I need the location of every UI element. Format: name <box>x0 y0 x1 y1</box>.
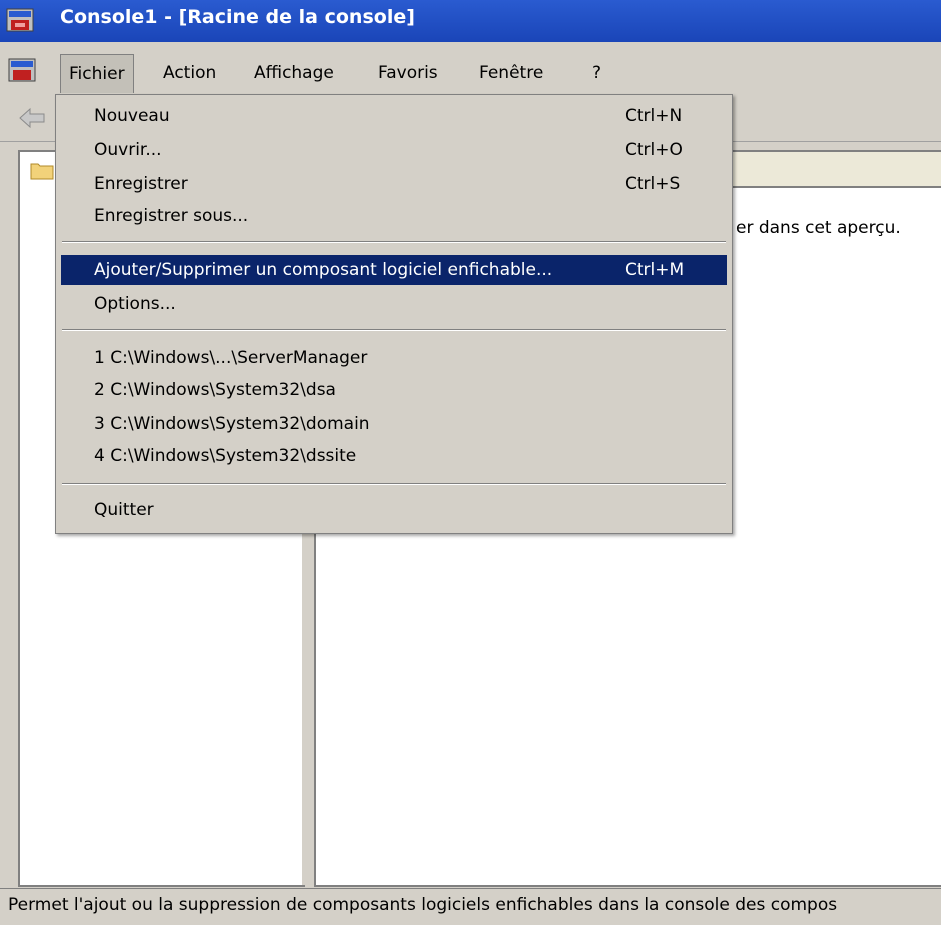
menu-separator <box>62 483 726 485</box>
menu-item-recent-1[interactable]: 1 C:\Windows\...\ServerManager <box>61 343 727 373</box>
menu-item-label: Options... <box>94 294 176 314</box>
menu-item-shortcut: Ctrl+O <box>625 140 683 160</box>
menu-item-label: Ajouter/Supprimer un composant logiciel … <box>94 260 553 280</box>
status-bar: Permet l'ajout ou la suppression de comp… <box>0 888 941 925</box>
menu-item-label: Nouveau <box>94 106 170 126</box>
menu-help[interactable]: ? <box>584 58 609 88</box>
folder-icon <box>30 163 54 180</box>
menu-item-shortcut: Ctrl+N <box>625 106 683 126</box>
menu-item-enregistrer[interactable]: Enregistrer Ctrl+S <box>61 169 727 199</box>
empty-message: er dans cet aperçu. <box>736 218 901 238</box>
menu-item-label: Enregistrer <box>94 174 188 194</box>
back-arrow-icon[interactable] <box>18 106 46 130</box>
menu-item-label: 1 C:\Windows\...\ServerManager <box>94 348 368 368</box>
menu-separator <box>62 329 726 331</box>
window-title: Console1 - [Racine de la console] <box>60 6 415 28</box>
menu-item-ouvrir[interactable]: Ouvrir... Ctrl+O <box>61 135 727 165</box>
console-app-icon[interactable] <box>8 56 36 84</box>
menu-item-add-remove-snapin[interactable]: Ajouter/Supprimer un composant logiciel … <box>61 255 727 285</box>
menu-item-shortcut: Ctrl+S <box>625 174 681 194</box>
menu-fichier[interactable]: Fichier <box>60 54 134 93</box>
menu-bar: Fichier Action Affichage Favoris Fenêtre… <box>0 48 941 93</box>
menu-item-recent-4[interactable]: 4 C:\Windows\System32\dssite <box>61 441 727 471</box>
menu-item-label: 2 C:\Windows\System32\dsa <box>94 380 336 400</box>
menu-item-enregistrer-sous[interactable]: Enregistrer sous... <box>61 201 727 231</box>
menu-separator <box>62 241 726 243</box>
menu-favoris[interactable]: Favoris <box>370 58 446 88</box>
menu-affichage[interactable]: Affichage <box>246 58 342 88</box>
menu-item-nouveau[interactable]: Nouveau Ctrl+N <box>61 101 727 131</box>
menu-item-label: Quitter <box>94 500 154 520</box>
title-bar: Console1 - [Racine de la console] <box>0 0 941 42</box>
menu-item-options[interactable]: Options... <box>61 289 727 319</box>
menu-action[interactable]: Action <box>155 58 224 88</box>
menu-item-label: 4 C:\Windows\System32\dssite <box>94 446 357 466</box>
menu-item-quitter[interactable]: Quitter <box>61 495 727 525</box>
menu-item-recent-3[interactable]: 3 C:\Windows\System32\domain <box>61 409 727 439</box>
menu-item-shortcut: Ctrl+M <box>625 260 685 280</box>
status-text: Permet l'ajout ou la suppression de comp… <box>8 895 838 915</box>
console-app-icon <box>6 8 34 32</box>
menu-item-label: 3 C:\Windows\System32\domain <box>94 414 370 434</box>
menu-item-recent-2[interactable]: 2 C:\Windows\System32\dsa <box>61 375 727 405</box>
menu-item-label: Ouvrir... <box>94 140 162 160</box>
menu-fenetre[interactable]: Fenêtre <box>471 58 551 88</box>
menu-item-label: Enregistrer sous... <box>94 206 249 226</box>
file-menu-dropdown: Nouveau Ctrl+N Ouvrir... Ctrl+O Enregist… <box>55 94 733 534</box>
